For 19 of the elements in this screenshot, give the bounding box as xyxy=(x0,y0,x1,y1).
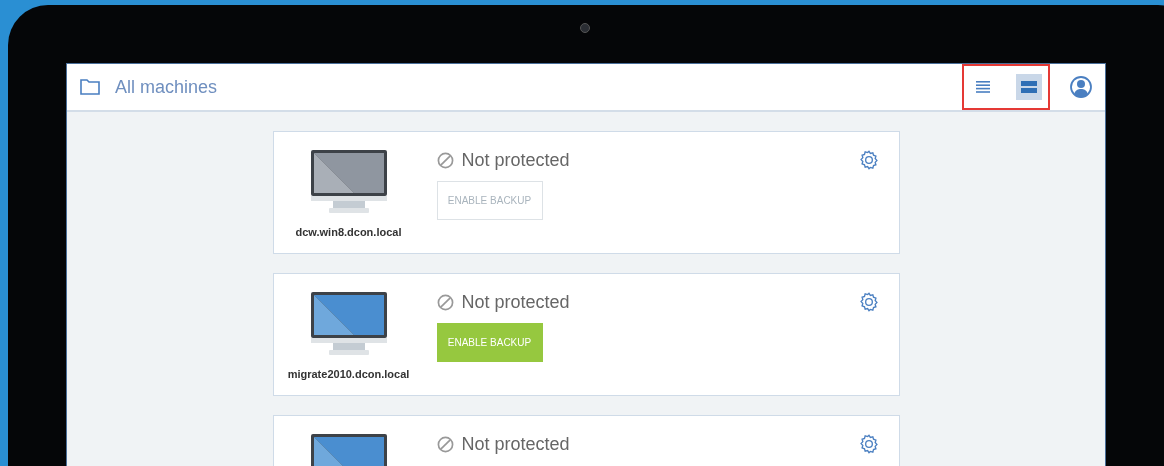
two-bars-icon xyxy=(1021,80,1037,94)
card-view-button[interactable] xyxy=(1016,74,1042,100)
page-title: All machines xyxy=(115,75,218,99)
folder-icon xyxy=(80,79,100,95)
protection-status: Not protected xyxy=(461,290,570,314)
machine-name: migrate2010.dcon.local xyxy=(287,367,410,382)
protection-status: Not protected xyxy=(461,432,570,456)
machine-name: dcw.win8.dcon.local xyxy=(295,225,402,240)
protection-status: Not protected xyxy=(461,148,570,172)
user-avatar-icon[interactable] xyxy=(1070,76,1092,98)
list-lines-icon xyxy=(976,81,990,93)
prohibited-icon xyxy=(436,151,454,169)
settings-icon[interactable] xyxy=(858,292,879,312)
prohibited-icon xyxy=(436,293,454,311)
prohibited-icon xyxy=(436,435,454,453)
settings-icon[interactable] xyxy=(858,150,879,170)
enable-backup-button[interactable]: ENABLE BACKUP xyxy=(436,323,543,362)
camera-icon xyxy=(580,23,590,33)
settings-icon[interactable] xyxy=(858,434,879,454)
